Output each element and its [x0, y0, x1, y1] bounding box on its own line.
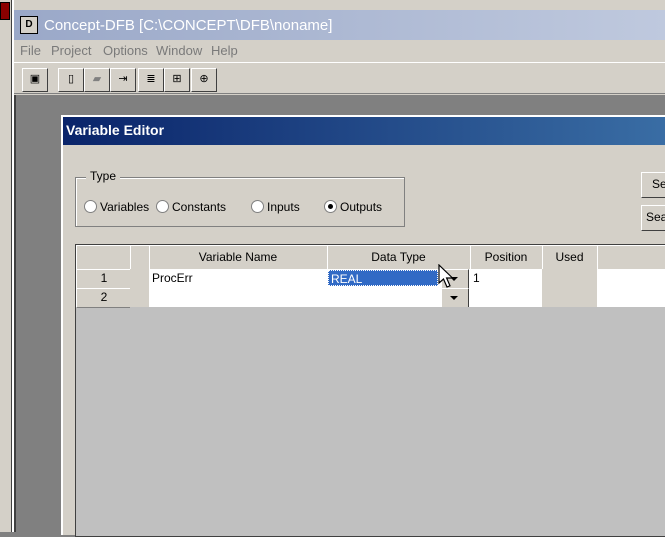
- menu-file[interactable]: File: [20, 43, 41, 58]
- menu-window[interactable]: Window: [156, 43, 202, 58]
- grid-marker-header: [130, 245, 150, 270]
- menu-options[interactable]: Options: [103, 43, 148, 58]
- radio-outputs[interactable]: Outputs: [324, 200, 382, 214]
- radio-variables-label: Variables: [100, 200, 150, 214]
- mouse-pointer-icon: [438, 264, 454, 288]
- empty-cell: [597, 269, 665, 289]
- app-icon[interactable]: D: [20, 16, 38, 34]
- search-replace-button[interactable]: Sea: [641, 205, 665, 231]
- radio-off-icon: [251, 200, 264, 213]
- properties-icon[interactable]: ≣: [138, 68, 164, 92]
- variable-name-cell[interactable]: ProcErr: [149, 269, 331, 289]
- tree-icon[interactable]: ⊞: [164, 68, 190, 92]
- radio-off-icon: [84, 200, 97, 213]
- dialog-title: Variable Editor: [66, 122, 165, 138]
- import-icon[interactable]: ⇥: [110, 68, 136, 92]
- used-cell: [542, 288, 601, 308]
- data-type-selected-value[interactable]: REAL: [328, 270, 438, 286]
- mdi-workspace: Variable Editor Type Variables Constants…: [14, 95, 665, 537]
- column-header-empty: [597, 245, 665, 270]
- radio-outputs-label: Outputs: [340, 200, 383, 214]
- open-icon[interactable]: ▰: [84, 68, 110, 92]
- variable-name-cell[interactable]: [149, 288, 331, 308]
- column-header-used[interactable]: Used: [542, 245, 598, 270]
- variable-editor-dialog: Variable Editor Type Variables Constants…: [61, 115, 665, 537]
- column-header-variable-name[interactable]: Variable Name: [149, 245, 328, 270]
- radio-constants-label: Constants: [172, 200, 227, 214]
- menu-bar: File Project Options Window Help: [14, 40, 665, 62]
- type-group: Type Variables Constants Inputs Outputs: [75, 169, 405, 227]
- radio-inputs[interactable]: Inputs: [251, 200, 300, 214]
- menu-project[interactable]: Project: [51, 43, 91, 58]
- radio-inputs-label: Inputs: [267, 200, 300, 214]
- dropdown-arrow-icon[interactable]: [441, 288, 469, 307]
- parent-window-close-icon[interactable]: [0, 2, 10, 20]
- dialog-title-bar[interactable]: Variable Editor: [63, 117, 665, 145]
- position-cell[interactable]: 1: [470, 269, 546, 289]
- radio-variables[interactable]: Variables: [84, 200, 149, 214]
- radio-on-icon: [324, 200, 337, 213]
- toolbar: ▣ ▯ ▰ ⇥ ≣ ⊞ ⊕: [14, 62, 665, 94]
- variable-grid: Variable Name Data Type Position Used 1 …: [75, 244, 665, 537]
- radio-constants[interactable]: Constants: [156, 200, 226, 214]
- parent-window-edge: [0, 0, 12, 532]
- type-group-label: Type: [86, 169, 121, 183]
- row-number[interactable]: 2: [76, 288, 132, 308]
- search-button[interactable]: Se: [641, 172, 665, 198]
- radio-off-icon: [156, 200, 169, 213]
- row-number[interactable]: 1: [76, 269, 132, 289]
- save-exit-icon[interactable]: ▣: [22, 68, 48, 92]
- data-type-cell[interactable]: [327, 288, 474, 308]
- window-title: Concept-DFB [C:\CONCEPT\DFB\noname]: [44, 17, 333, 34]
- menu-help[interactable]: Help: [211, 43, 238, 58]
- empty-cell: [597, 288, 665, 308]
- column-header-position[interactable]: Position: [470, 245, 543, 270]
- used-cell: [542, 269, 601, 289]
- concept-dfb-window: D Concept-DFB [C:\CONCEPT\DFB\noname] Fi…: [12, 0, 665, 537]
- grid-corner-header[interactable]: [76, 245, 131, 270]
- new-icon[interactable]: ▯: [58, 68, 84, 92]
- find-icon[interactable]: ⊕: [191, 68, 217, 92]
- title-bar[interactable]: D Concept-DFB [C:\CONCEPT\DFB\noname]: [14, 10, 665, 40]
- position-cell[interactable]: [470, 288, 546, 308]
